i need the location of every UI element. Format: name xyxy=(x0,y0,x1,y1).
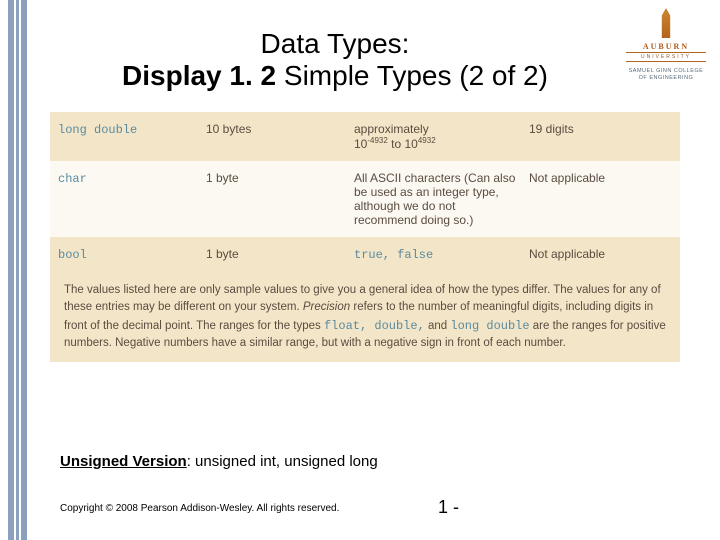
table-row: bool 1 byte true, false Not applicable xyxy=(50,237,680,272)
logo-line2: UNIVERSITY xyxy=(626,52,706,62)
value-cell: approximately10-4932 to 104932 xyxy=(354,122,529,151)
table-note: The values listed here are only sample v… xyxy=(50,272,680,362)
auburn-logo: AUBURN UNIVERSITY SAMUEL GINN COLLEGE OF… xyxy=(626,8,706,81)
note-precision-word: Precision xyxy=(303,301,350,313)
page-number: 1 - xyxy=(438,497,459,518)
precision-cell: Not applicable xyxy=(529,247,672,261)
size-cell: 1 byte xyxy=(206,171,354,185)
unsigned-rest: : unsigned int, unsigned long xyxy=(187,453,378,470)
left-border xyxy=(0,0,34,540)
value-cell: All ASCII characters (Can also be used a… xyxy=(354,171,529,227)
type-name: long double xyxy=(58,123,137,137)
table-row: long double 10 bytes approximately10-493… xyxy=(50,112,680,161)
logo-line3: SAMUEL GINN COLLEGE OF ENGINEERING xyxy=(626,68,706,81)
title-line1: Data Types: xyxy=(60,28,610,60)
unsigned-line: Unsigned Version: unsigned int, unsigned… xyxy=(60,453,378,470)
precision-cell: Not applicable xyxy=(529,171,672,185)
note-code1: float, double, xyxy=(324,319,425,333)
title-line2: Display 1. 2 Simple Types (2 of 2) xyxy=(60,60,610,92)
title-bold: Display 1. 2 xyxy=(122,60,276,91)
size-cell: 10 bytes xyxy=(206,122,354,136)
note-and: and xyxy=(425,320,451,332)
title-rest: Simple Types (2 of 2) xyxy=(276,60,548,91)
table-row: char 1 byte All ASCII characters (Can al… xyxy=(50,161,680,237)
precision-cell: 19 digits xyxy=(529,122,672,136)
size-cell: 1 byte xyxy=(206,247,354,261)
copyright: Copyright © 2008 Pearson Addison-Wesley.… xyxy=(60,503,339,514)
tower-icon xyxy=(659,8,673,38)
type-name: char xyxy=(58,172,87,186)
type-name: bool xyxy=(58,248,87,262)
types-table: long double 10 bytes approximately10-493… xyxy=(50,112,680,362)
unsigned-label: Unsigned Version xyxy=(60,453,187,470)
logo-line1: AUBURN xyxy=(626,42,706,51)
slide-title: Data Types: Display 1. 2 Simple Types (2… xyxy=(60,28,610,92)
note-code2: long double xyxy=(450,319,529,333)
slide: AUBURN UNIVERSITY SAMUEL GINN COLLEGE OF… xyxy=(0,0,720,540)
value-cell: true, false xyxy=(354,248,433,262)
